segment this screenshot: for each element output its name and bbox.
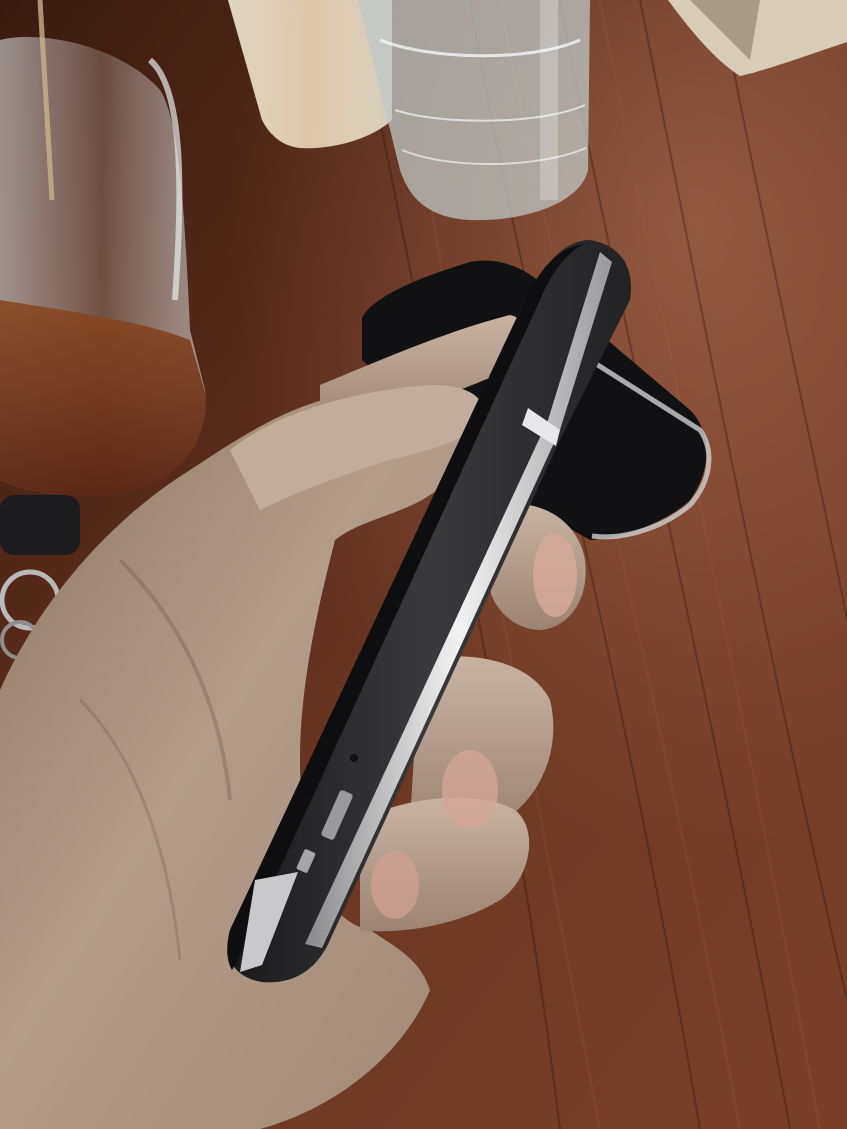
photo-scene bbox=[0, 0, 847, 1129]
